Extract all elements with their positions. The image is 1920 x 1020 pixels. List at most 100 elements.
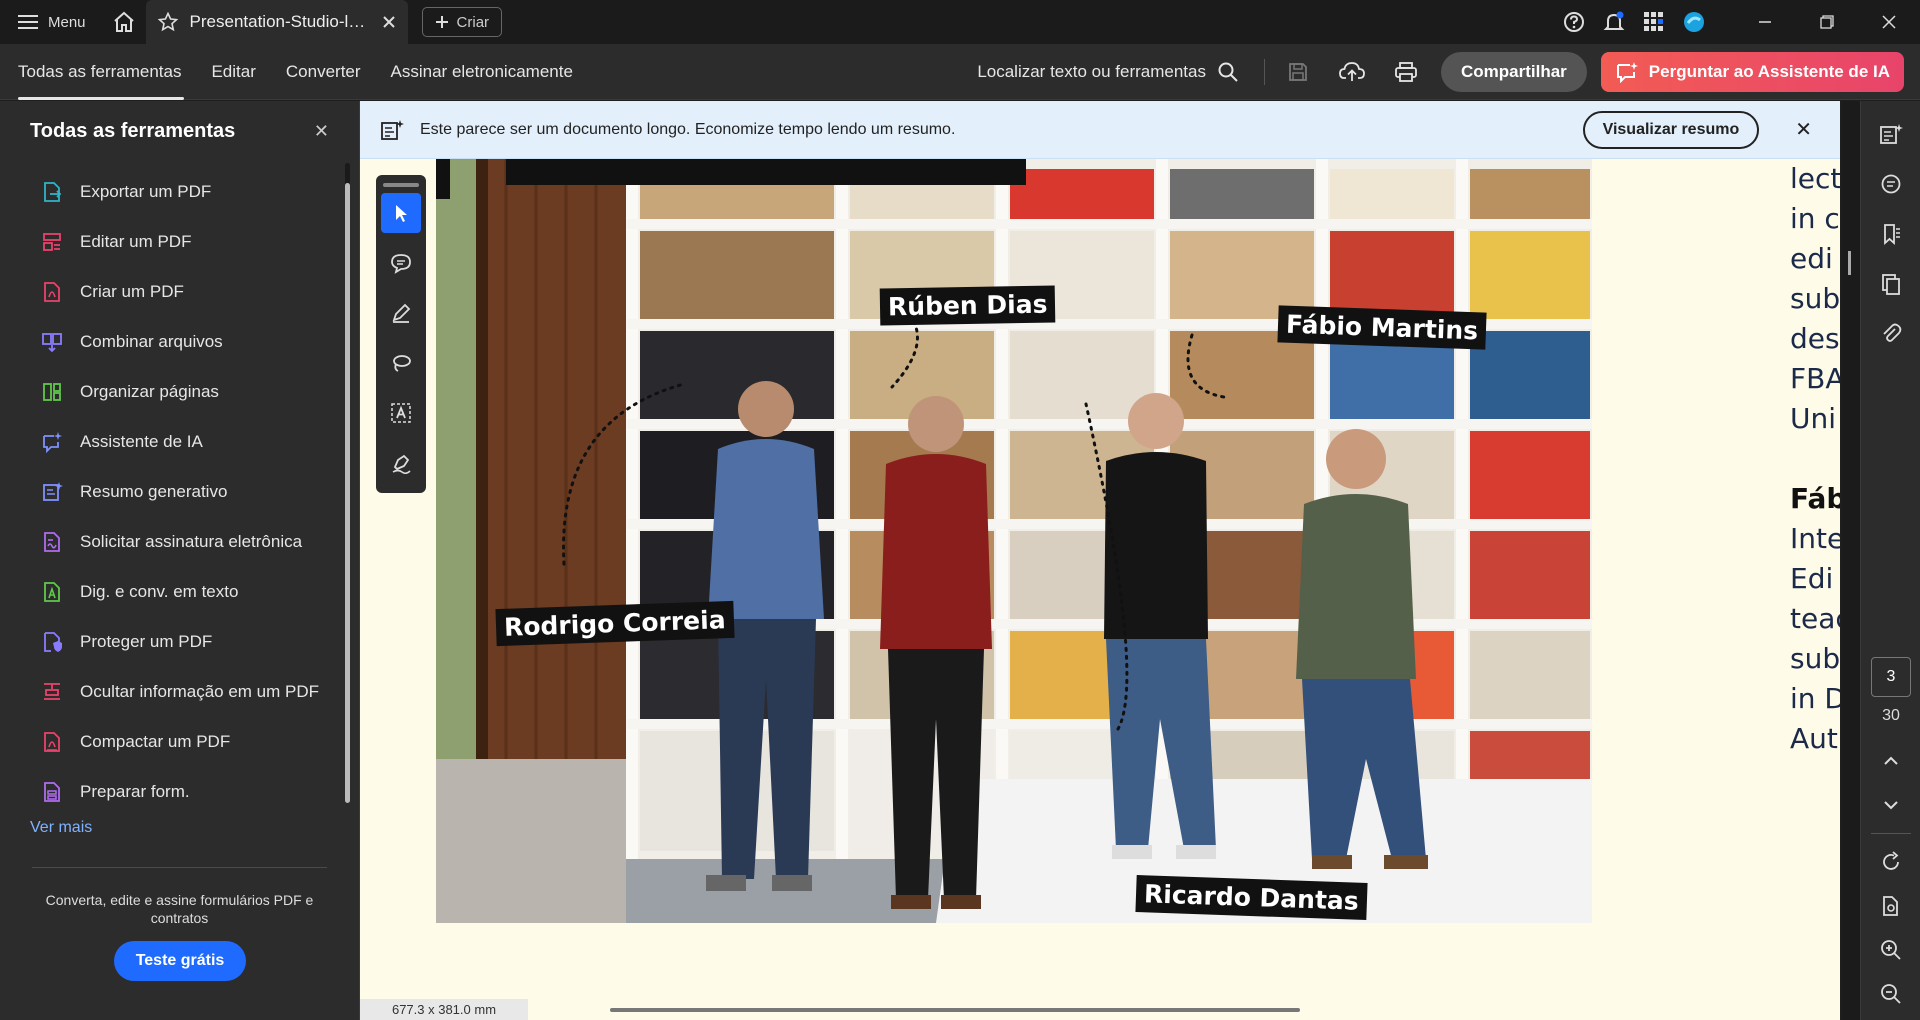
- see-more-link[interactable]: Ver mais: [0, 819, 359, 837]
- zoom-in-button[interactable]: [1861, 928, 1920, 972]
- annotation-toolbar: [376, 175, 426, 493]
- restore-icon: [1820, 15, 1834, 29]
- paperclip-icon: [1883, 323, 1902, 342]
- sidebar-item-generative-summary[interactable]: Resumo generativo: [40, 467, 359, 517]
- close-banner-icon[interactable]: ✕: [1795, 117, 1812, 142]
- document-vertical-scrollbar[interactable]: [1842, 101, 1860, 1020]
- comment-tool[interactable]: [381, 243, 421, 283]
- protect-pdf-icon: [40, 630, 64, 654]
- sidebar-item-label: Organizar páginas: [80, 382, 219, 401]
- sidebar-item-organize-pages[interactable]: Organizar páginas: [40, 367, 359, 417]
- sidebar-item-redact-pdf[interactable]: Ocultar informação em um PDF: [40, 667, 359, 717]
- summary-banner-text: Este parece ser um documento longo. Econ…: [420, 120, 956, 138]
- sidebar-item-label: Assistente de IA: [80, 432, 203, 451]
- document-scrollbar-thumb[interactable]: [1848, 251, 1851, 275]
- sidebar-item-edit-pdf[interactable]: Editar um PDF: [40, 217, 359, 267]
- create-button[interactable]: Criar: [421, 7, 503, 37]
- search-tools[interactable]: Localizar texto ou ferramentas: [977, 62, 1258, 82]
- minimize-button[interactable]: [1734, 0, 1796, 44]
- sign-tool[interactable]: [381, 443, 421, 483]
- compress-pdf-icon: [40, 730, 64, 754]
- star-icon[interactable]: [157, 12, 178, 32]
- sidebar-item-scan-ocr[interactable]: Dig. e conv. em texto: [40, 567, 359, 617]
- horizontal-scrollbar[interactable]: [610, 1008, 1300, 1012]
- sidebar-item-label: Criar um PDF: [80, 282, 184, 301]
- hamburger-icon: [18, 15, 38, 29]
- prepare-form-icon: [40, 780, 64, 804]
- sidebar-item-request-signature[interactable]: Solicitar assinatura eletrônica: [40, 517, 359, 567]
- help-button[interactable]: [1554, 0, 1594, 44]
- name-label-fabio: Fábio Martins: [1277, 305, 1487, 350]
- lasso-icon: [393, 355, 411, 372]
- rail-comments-button[interactable]: [1861, 159, 1920, 209]
- sidebar-item-label: Editar um PDF: [80, 232, 192, 251]
- signature-pen-icon: [392, 454, 411, 474]
- draw-tool[interactable]: [381, 343, 421, 383]
- sidebar-item-label: Combinar arquivos: [80, 332, 223, 351]
- select-tool[interactable]: [381, 193, 421, 233]
- rail-bookmarks-button[interactable]: [1861, 209, 1920, 259]
- search-tools-label: Localizar texto ou ferramentas: [977, 61, 1206, 81]
- tab-all-tools[interactable]: Todas as ferramentas: [0, 44, 196, 100]
- sidebar-scrollbar[interactable]: [345, 163, 350, 803]
- summary-banner: Este parece ser um documento longo. Econ…: [360, 101, 1840, 159]
- side-text-line: lect: [1790, 162, 1840, 195]
- sidebar-scrollbar-thumb[interactable]: [345, 183, 350, 803]
- close-tab-icon[interactable]: [382, 15, 396, 29]
- sidebar-item-prepare-form[interactable]: Preparar form.: [40, 767, 359, 817]
- toolbar-grip[interactable]: [383, 183, 419, 187]
- account-button[interactable]: [1674, 0, 1714, 44]
- sidebar-item-label: Ocultar informação em um PDF: [80, 682, 320, 701]
- side-text-line: Edi: [1790, 562, 1834, 595]
- free-trial-button[interactable]: Teste grátis: [114, 941, 246, 981]
- current-page-input[interactable]: 3: [1871, 657, 1911, 697]
- document-tab[interactable]: Presentation-Studio-le...: [145, 0, 408, 44]
- scan-ocr-icon: [40, 580, 64, 604]
- sidebar-item-export-pdf[interactable]: Exportar um PDF: [40, 167, 359, 217]
- sidebar-item-ai-assistant[interactable]: Assistente de IA: [40, 417, 359, 467]
- text-tool[interactable]: [381, 393, 421, 433]
- side-text-line: FBA: [1790, 362, 1840, 395]
- tab-sign[interactable]: Assinar eletronicamente: [376, 44, 588, 100]
- save-button[interactable]: [1271, 44, 1325, 100]
- print-button[interactable]: [1379, 44, 1433, 100]
- sidebar-item-label: Preparar form.: [80, 782, 190, 801]
- restore-button[interactable]: [1796, 0, 1858, 44]
- highlight-tool[interactable]: [381, 293, 421, 333]
- pen-icon: [392, 303, 411, 323]
- upload-button[interactable]: [1325, 44, 1379, 100]
- close-window-button[interactable]: [1858, 0, 1920, 44]
- tab-convert[interactable]: Converter: [271, 44, 376, 100]
- generative-summary-icon: [40, 480, 64, 504]
- view-summary-button[interactable]: Visualizar resumo: [1582, 110, 1760, 149]
- text-box-icon: [391, 403, 411, 423]
- share-button[interactable]: Compartilhar: [1440, 51, 1587, 92]
- rail-attachments-button[interactable]: [1861, 309, 1920, 359]
- close-sidebar-icon[interactable]: ✕: [314, 121, 329, 142]
- rail-summary-button[interactable]: [1861, 109, 1920, 159]
- promo-text: Converta, edite e assine formulários PDF…: [45, 892, 314, 926]
- next-page-button[interactable]: [1861, 783, 1920, 827]
- document-viewer[interactable]: Este parece ser um documento longo. Econ…: [360, 101, 1840, 1020]
- sidebar-divider: [32, 867, 327, 868]
- printer-icon: [1395, 61, 1417, 82]
- sidebar-item-combine-files[interactable]: Combinar arquivos: [40, 317, 359, 367]
- sidebar-item-create-pdf[interactable]: Criar um PDF: [40, 267, 359, 317]
- rotate-button[interactable]: [1861, 840, 1920, 884]
- menu-button[interactable]: Menu: [0, 0, 102, 44]
- home-button[interactable]: [102, 0, 146, 44]
- sidebar-header: Todas as ferramentas ✕: [0, 101, 359, 161]
- ask-ai-button[interactable]: Perguntar ao Assistente de IA: [1600, 51, 1904, 92]
- side-text-line: in D: [1790, 682, 1840, 715]
- previous-page-button[interactable]: [1861, 739, 1920, 783]
- page-tools-button[interactable]: [1861, 884, 1920, 928]
- tab-edit[interactable]: Editar: [196, 44, 270, 100]
- right-rail: 3 30: [1860, 101, 1920, 1020]
- sidebar-item-compress-pdf[interactable]: Compactar um PDF: [40, 717, 359, 767]
- zoom-out-button[interactable]: [1861, 972, 1920, 1016]
- notifications-button[interactable]: [1594, 0, 1634, 44]
- sidebar-item-label: Compactar um PDF: [80, 732, 231, 751]
- apps-button[interactable]: [1634, 0, 1674, 44]
- rail-pages-button[interactable]: [1861, 259, 1920, 309]
- sidebar-item-protect-pdf[interactable]: Proteger um PDF: [40, 617, 359, 667]
